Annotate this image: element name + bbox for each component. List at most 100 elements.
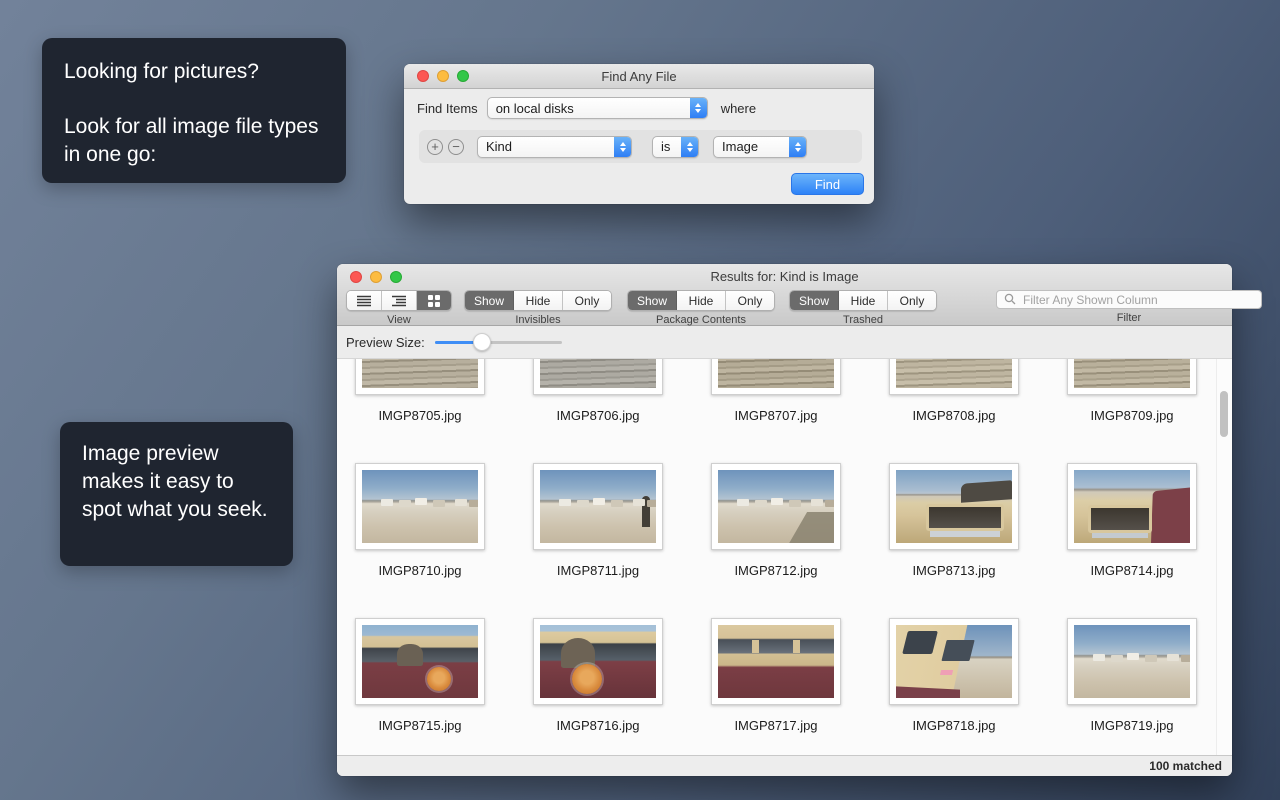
- package-contents-segmented-control: Show Hide Only: [627, 290, 775, 311]
- chevron-down-icon: [795, 148, 801, 152]
- value-popup[interactable]: Image: [713, 136, 807, 158]
- criterion-row: + − Kind is Image: [419, 130, 862, 163]
- file-item[interactable]: IMGP8714.jpg: [1067, 463, 1197, 580]
- invisibles-show-button[interactable]: Show: [465, 291, 514, 310]
- chevron-down-icon: [620, 148, 626, 152]
- filter-group: Filter: [996, 290, 1262, 324]
- add-criterion-button[interactable]: +: [427, 139, 443, 155]
- file-thumbnail: [889, 463, 1019, 550]
- traffic-lights: [417, 70, 469, 82]
- stepper-icon: [681, 137, 698, 157]
- list-view-button[interactable]: [347, 291, 382, 310]
- file-item[interactable]: IMGP8713.jpg: [889, 463, 1019, 580]
- file-item[interactable]: IMGP8716.jpg: [533, 618, 663, 735]
- file-name: IMGP8714.jpg: [1067, 563, 1197, 580]
- trashed-group-label: Trashed: [843, 314, 883, 326]
- file-name: IMGP8708.jpg: [889, 408, 1019, 425]
- file-item[interactable]: IMGP8707.jpg: [711, 359, 841, 425]
- callout-image-preview: Image preview makes it easy to spot what…: [60, 422, 293, 566]
- package-contents-show-button[interactable]: Show: [628, 291, 677, 310]
- trashed-show-button[interactable]: Show: [790, 291, 839, 310]
- file-item[interactable]: IMGP8717.jpg: [711, 618, 841, 735]
- file-item[interactable]: IMGP8719.jpg: [1067, 618, 1197, 735]
- package-contents-hide-button[interactable]: Hide: [677, 291, 726, 310]
- invisibles-group: Show Hide Only Invisibles: [464, 290, 612, 326]
- results-toolbar: View Show Hide Only Invisibles Show Hide…: [337, 289, 1232, 325]
- file-thumbnail: [1067, 618, 1197, 705]
- results-titlebar[interactable]: Results for: Kind is Image: [337, 264, 1232, 289]
- scrollbar-thumb[interactable]: [1220, 391, 1228, 437]
- file-name: IMGP8715.jpg: [355, 718, 485, 735]
- file-name: IMGP8710.jpg: [355, 563, 485, 580]
- find-button[interactable]: Find: [791, 173, 864, 195]
- preview-size-label: Preview Size:: [346, 335, 425, 350]
- file-item[interactable]: IMGP8710.jpg: [355, 463, 485, 580]
- invisibles-group-label: Invisibles: [515, 314, 560, 326]
- file-name: IMGP8713.jpg: [889, 563, 1019, 580]
- close-button[interactable]: [350, 271, 362, 283]
- zoom-button[interactable]: [457, 70, 469, 82]
- file-thumbnail: [889, 618, 1019, 705]
- invisibles-hide-button[interactable]: Hide: [514, 291, 563, 310]
- remove-criterion-button[interactable]: −: [448, 139, 464, 155]
- file-item[interactable]: IMGP8706.jpg: [533, 359, 663, 425]
- find-window-titlebar[interactable]: Find Any File: [404, 64, 874, 89]
- file-item[interactable]: IMGP8711.jpg: [533, 463, 663, 580]
- operator-popup[interactable]: is: [652, 136, 699, 158]
- minimize-button[interactable]: [437, 70, 449, 82]
- file-name: IMGP8709.jpg: [1067, 408, 1197, 425]
- status-bar: 100 matched: [337, 755, 1232, 776]
- file-item[interactable]: IMGP8715.jpg: [355, 618, 485, 735]
- file-item[interactable]: IMGP8709.jpg: [1067, 359, 1197, 425]
- hierarchy-view-button[interactable]: [382, 291, 417, 310]
- file-thumbnail: [889, 359, 1019, 395]
- slider-knob[interactable]: [473, 333, 491, 351]
- trashed-hide-button[interactable]: Hide: [839, 291, 888, 310]
- view-group: View: [346, 290, 452, 326]
- file-item[interactable]: IMGP8708.jpg: [889, 359, 1019, 425]
- search-icon: [1004, 293, 1016, 305]
- results-window: Results for: Kind is Image: [337, 264, 1232, 776]
- match-count: 100 matched: [1149, 759, 1222, 773]
- callout-line-1: Looking for pictures?: [64, 58, 324, 86]
- stepper-icon: [690, 98, 707, 118]
- chevron-up-icon: [695, 103, 701, 107]
- operator-popup-value: is: [653, 139, 681, 154]
- file-item[interactable]: IMGP8718.jpg: [889, 618, 1019, 735]
- stepper-icon: [789, 137, 806, 157]
- file-name: IMGP8717.jpg: [711, 718, 841, 735]
- invisibles-only-button[interactable]: Only: [563, 291, 611, 310]
- results-header: Results for: Kind is Image: [337, 264, 1232, 326]
- close-button[interactable]: [417, 70, 429, 82]
- invisibles-segmented-control: Show Hide Only: [464, 290, 612, 311]
- hierarchy-view-icon: [391, 295, 407, 307]
- minimize-button[interactable]: [370, 271, 382, 283]
- grid-view-icon: [428, 295, 440, 307]
- zoom-button[interactable]: [390, 271, 402, 283]
- grid-view-button[interactable]: [417, 291, 451, 310]
- file-item[interactable]: IMGP8712.jpg: [711, 463, 841, 580]
- file-name: IMGP8718.jpg: [889, 718, 1019, 735]
- file-name: IMGP8707.jpg: [711, 408, 841, 425]
- package-contents-group-label: Package Contents: [656, 314, 746, 326]
- file-thumbnail: [711, 618, 841, 705]
- file-thumbnail: [1067, 359, 1197, 395]
- chevron-down-icon: [695, 109, 701, 113]
- traffic-lights: [350, 271, 402, 283]
- preview-size-slider[interactable]: [435, 333, 562, 351]
- view-group-label: View: [387, 314, 411, 326]
- attribute-popup[interactable]: Kind: [477, 136, 632, 158]
- trashed-only-button[interactable]: Only: [888, 291, 936, 310]
- callout-line-2: Look for all image file types in one go:: [64, 113, 324, 169]
- file-thumbnail: [1067, 463, 1197, 550]
- file-item[interactable]: IMGP8705.jpg: [355, 359, 485, 425]
- filter-input[interactable]: [996, 290, 1262, 309]
- scope-popup[interactable]: on local disks: [487, 97, 708, 119]
- preview-size-bar: Preview Size:: [337, 326, 1232, 359]
- scope-popup-value: on local disks: [488, 101, 690, 116]
- results-grid-area: IMGP8705.jpg IMGP8706.jpg IMGP8707.jpg I…: [337, 359, 1232, 755]
- package-contents-only-button[interactable]: Only: [726, 291, 774, 310]
- file-name: IMGP8716.jpg: [533, 718, 663, 735]
- file-thumbnail: [533, 463, 663, 550]
- vertical-scrollbar[interactable]: [1216, 359, 1232, 755]
